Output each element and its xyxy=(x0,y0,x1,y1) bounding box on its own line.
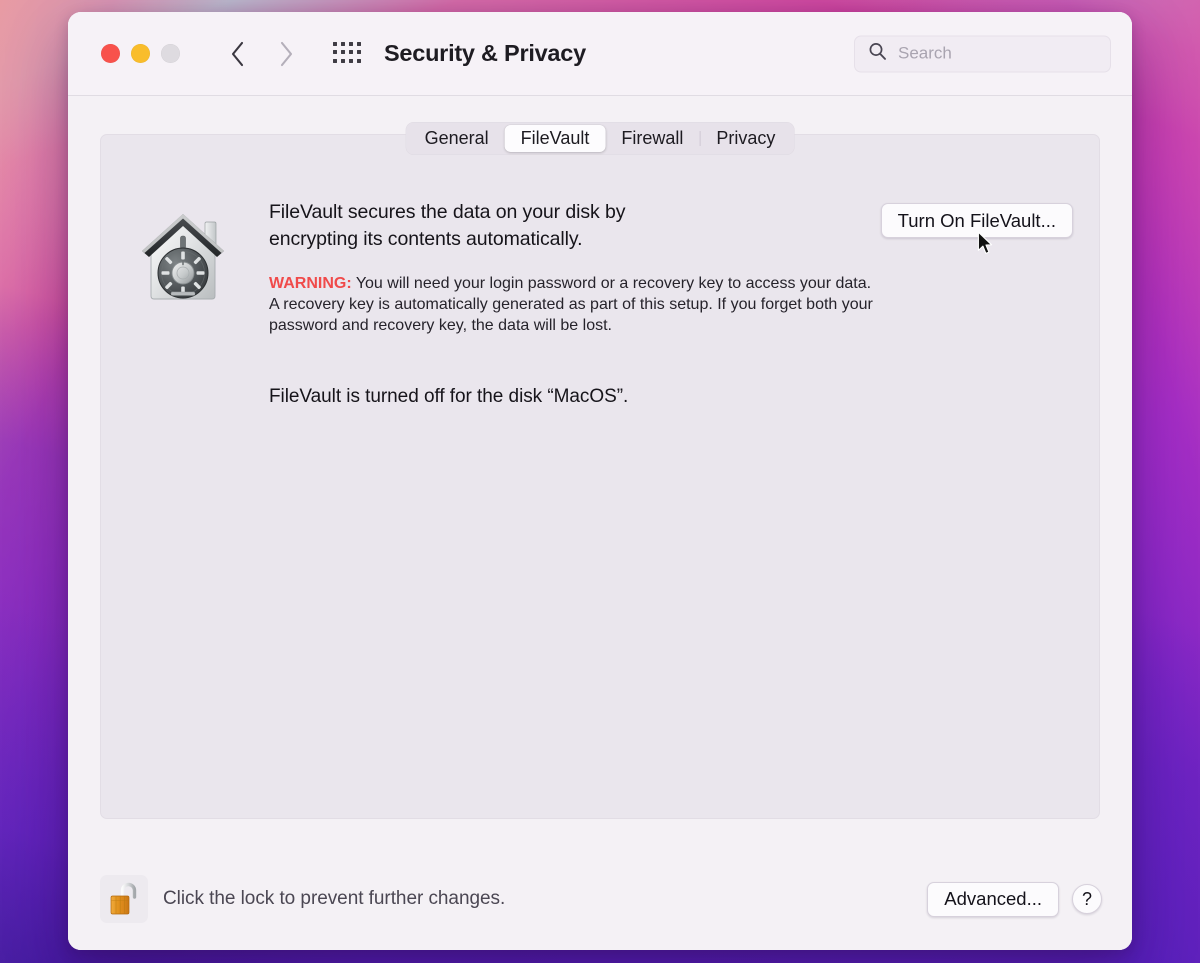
system-preferences-window: Security & Privacy General FileVault Fir… xyxy=(68,12,1132,950)
advanced-button[interactable]: Advanced... xyxy=(927,881,1059,917)
filevault-warning: WARNING: You will need your login passwo… xyxy=(269,273,881,336)
forward-chevron-icon[interactable] xyxy=(275,39,297,69)
search-input[interactable] xyxy=(898,43,1110,64)
search-icon xyxy=(868,42,887,66)
footer-buttons: Advanced... ? xyxy=(927,881,1102,917)
filevault-content-panel: FileVault secures the data on your disk … xyxy=(100,134,1100,819)
window-body: General FileVault Firewall Privacy FileV… xyxy=(68,96,1132,950)
desktop-wallpaper: Security & Privacy General FileVault Fir… xyxy=(0,0,1200,963)
minimize-window-button[interactable] xyxy=(131,44,150,63)
filevault-main-row: FileVault secures the data on your disk … xyxy=(101,189,1099,408)
lock-message: Click the lock to prevent further change… xyxy=(163,888,506,909)
filevault-status-text: FileVault is turned off for the disk “Ma… xyxy=(269,386,629,407)
turn-on-filevault-button[interactable]: Turn On FileVault... xyxy=(880,203,1073,238)
tab-firewall[interactable]: Firewall xyxy=(605,125,699,152)
tab-general[interactable]: General xyxy=(409,125,505,152)
zoom-window-button[interactable] xyxy=(161,44,180,63)
filevault-house-safe-icon xyxy=(135,203,231,307)
traffic-light-group xyxy=(101,44,180,63)
filevault-text-block: FileVault secures the data on your disk … xyxy=(269,199,881,408)
navigation-arrows xyxy=(226,39,297,69)
unlocked-padlock-icon[interactable] xyxy=(100,875,148,923)
back-chevron-icon[interactable] xyxy=(226,39,248,69)
window-footer: Click the lock to prevent further change… xyxy=(68,848,1132,950)
page-title: Security & Privacy xyxy=(384,40,586,66)
warning-body: You will need your login password or a r… xyxy=(269,275,873,334)
filevault-headline: FileVault secures the data on your disk … xyxy=(269,201,626,250)
help-button[interactable]: ? xyxy=(1072,884,1102,914)
window-titlebar: Security & Privacy xyxy=(68,12,1132,96)
warning-label: WARNING: xyxy=(269,275,352,292)
filevault-action-area: Turn On FileVault... xyxy=(880,199,1073,408)
tab-privacy[interactable]: Privacy xyxy=(700,125,791,152)
show-all-grid-icon[interactable] xyxy=(333,41,363,66)
tab-bar: General FileVault Firewall Privacy xyxy=(405,122,795,155)
search-field[interactable] xyxy=(854,35,1111,72)
tab-filevault[interactable]: FileVault xyxy=(504,125,606,152)
close-window-button[interactable] xyxy=(101,44,120,63)
